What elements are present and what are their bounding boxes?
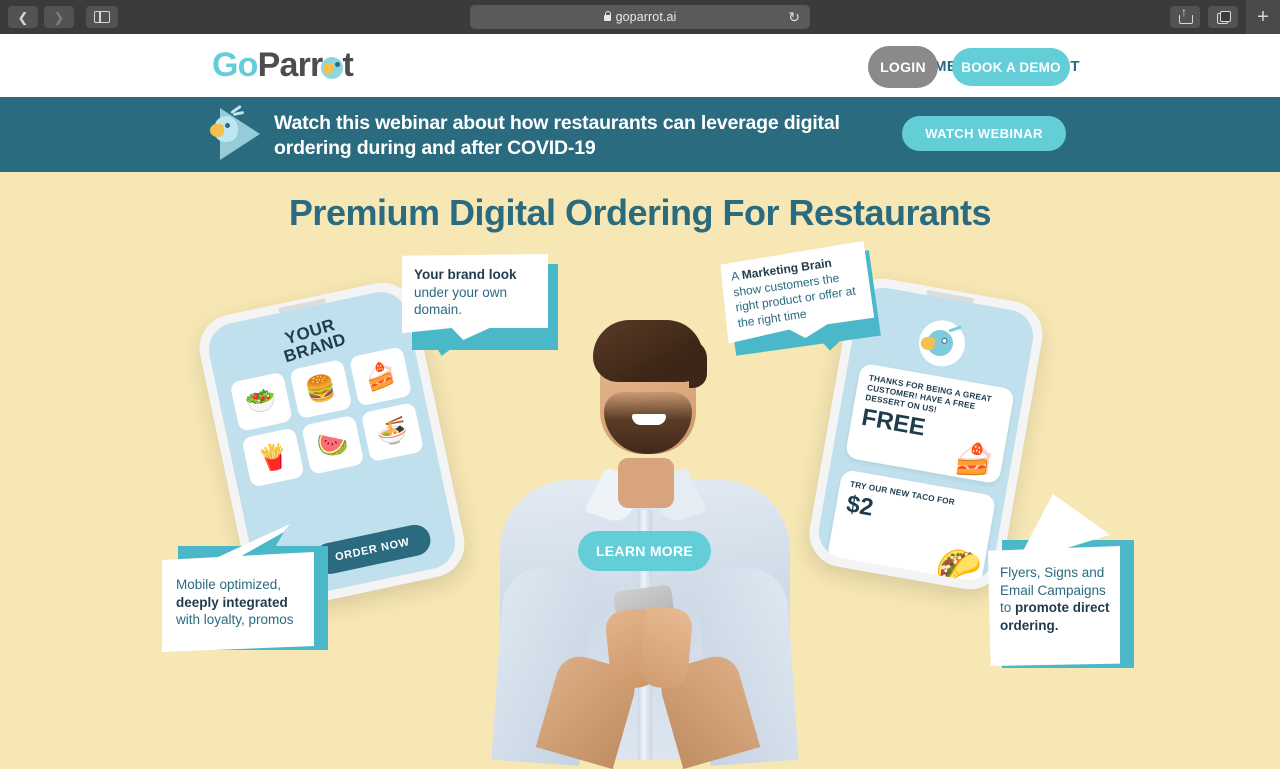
goparrot-logo[interactable]: GoParr t	[212, 46, 354, 85]
menu-tile-fries[interactable]: 🍟	[241, 427, 305, 488]
reload-icon[interactable]: ↻	[788, 9, 800, 25]
parrot-avatar-icon	[915, 316, 969, 371]
watch-webinar-button[interactable]: WATCH WEBINAR	[902, 116, 1066, 151]
menu-tile-noodles[interactable]: 🍜	[360, 402, 425, 463]
tab-overview-icon	[1216, 11, 1231, 24]
url-text: goparrot.ai	[615, 10, 677, 24]
new-tab-button[interactable]: +	[1246, 0, 1280, 34]
bubble-brand-look: Your brand look under your own domain.	[398, 252, 558, 360]
parrot-logo-icon	[321, 57, 344, 79]
sidebar-toggle-button[interactable]	[86, 6, 118, 28]
bubble-marketing-brain: A Marketing Brain show customers the rig…	[715, 239, 891, 372]
learn-more-button[interactable]: LEARN MORE	[578, 531, 711, 571]
site-header	[0, 34, 1280, 97]
bubble-mobile-bold: deeply integrated	[176, 594, 288, 610]
logo-parrot-text: Parr	[257, 46, 324, 84]
bubble-flyers-signs: Flyers, Signs and Email Campaigns to pro…	[978, 492, 1168, 682]
forward-button[interactable]: ❯	[44, 6, 74, 28]
browser-toolbar: ❮ ❯ goparrot.ai ↻ +	[0, 0, 1280, 34]
browser-right-controls: +	[1170, 0, 1280, 34]
share-button[interactable]	[1170, 6, 1200, 28]
address-bar-container: goparrot.ai ↻	[470, 5, 810, 29]
menu-tile-watermelon[interactable]: 🍉	[301, 414, 365, 475]
chevron-right-icon: ❯	[53, 9, 65, 25]
lock-icon	[603, 11, 612, 21]
bubble-mobile-rest: with loyalty, promos	[176, 612, 294, 627]
browser-nav-controls: ❮ ❯	[0, 6, 118, 28]
bubble-mobile-optimized: Mobile optimized, deeply integrated with…	[160, 524, 336, 666]
page-title: Premium Digital Ordering For Restaurants	[288, 192, 992, 233]
promo-card-taco[interactable]: TRY OUR NEW TACO FOR $2 🌮	[826, 469, 997, 585]
bubble-mobile-pre: Mobile optimized,	[176, 577, 282, 592]
menu-tile-burger[interactable]: 🍔	[289, 358, 353, 420]
taco-icon: 🌮	[933, 542, 985, 585]
address-bar[interactable]: goparrot.ai ↻	[470, 5, 810, 29]
bubble-brand-rest: under your own domain.	[414, 284, 508, 318]
chevron-left-icon: ❮	[17, 9, 29, 25]
book-a-demo-button[interactable]: BOOK A DEMO	[952, 48, 1070, 86]
back-button[interactable]: ❮	[8, 6, 38, 28]
tab-overview-button[interactable]	[1208, 6, 1238, 28]
bubble-mobile-text: Mobile optimized, deeply integrated with…	[176, 576, 306, 629]
login-button[interactable]: LOGIN	[868, 46, 938, 88]
share-icon	[1179, 6, 1193, 24]
bubble-brand-text: Your brand look under your own domain.	[414, 266, 540, 319]
menu-tile-salad[interactable]: 🥗	[229, 371, 293, 432]
parrot-play-icon	[208, 104, 270, 166]
bubble-brand-bold: Your brand look	[414, 267, 517, 282]
promo-card-free-dessert[interactable]: THANKS FOR BEING A GREAT CUSTOMER! HAVE …	[844, 362, 1016, 485]
sidebar-toggle-icon	[94, 11, 110, 23]
logo-parrot-tail-text: t	[342, 46, 354, 84]
logo-go-text: Go	[212, 46, 258, 84]
webinar-message: Watch this webinar about how restaurants…	[274, 112, 840, 159]
bubble-flyers-bold: promote direct ordering.	[1000, 600, 1110, 633]
cake-slice-icon: 🍰	[951, 438, 998, 481]
bubble-flyers-text: Flyers, Signs and Email Campaigns to pro…	[1000, 564, 1118, 634]
